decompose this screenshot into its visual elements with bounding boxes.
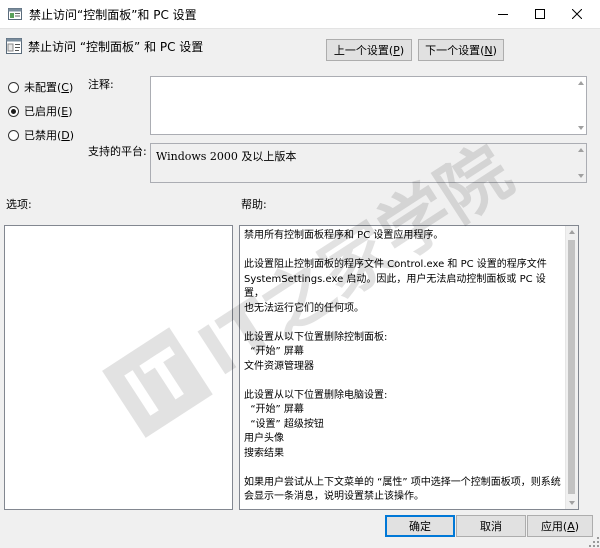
radio-disabled-suffix: ) xyxy=(69,128,75,142)
help-line: 用户头像 xyxy=(244,433,284,444)
previous-setting-suffix: ) xyxy=(399,43,405,57)
help-line: 文件资源管理器 xyxy=(244,360,314,372)
radio-enabled[interactable]: 已启用(E) xyxy=(8,103,73,119)
radio-circle[interactable] xyxy=(8,105,19,117)
policy-window-icon xyxy=(8,8,22,20)
maximize-button[interactable] xyxy=(520,0,560,28)
radio-not-configured-key: C xyxy=(61,80,69,94)
help-line: 也无法运行它们的任何项。 xyxy=(244,302,364,314)
previous-setting-button[interactable]: 上一个设置(P) xyxy=(326,39,412,61)
radio-enabled-label: 已启用( xyxy=(24,105,62,118)
help-line: 如果用户尝试从上下文菜单的 “属性” 项中选择一个控制面板项，则系统 xyxy=(244,476,561,488)
radio-not-configured-suffix: ) xyxy=(68,80,74,94)
setting-title: 禁止访问 “控制面板” 和 PC 设置 xyxy=(28,40,204,54)
radio-enabled-key: E xyxy=(61,104,69,118)
scroll-up-icon[interactable] xyxy=(578,148,584,152)
setting-icon xyxy=(6,38,22,54)
next-setting-accesskey: N xyxy=(484,43,493,57)
supported-platforms-label: 支持的平台: xyxy=(88,145,147,158)
apply-button[interactable]: 应用(A) xyxy=(527,515,593,537)
help-panel: 禁用所有控制面板程序和 PC 设置应用程序。此设置阻止控制面板的程序文件 Con… xyxy=(239,225,579,510)
scroll-up-icon[interactable] xyxy=(569,230,575,234)
radio-circle[interactable] xyxy=(8,129,19,141)
help-line: 此设置阻止控制面板的程序文件 Control.exe 和 PC 设置的程序文件 xyxy=(244,259,547,270)
help-line: “设置” 超级按钮 xyxy=(244,418,324,430)
supported-platforms-field: Windows 2000 及以上版本 xyxy=(150,143,587,183)
radio-disabled[interactable]: 已禁用(D) xyxy=(8,127,74,143)
apply-label: 应用( xyxy=(540,520,568,533)
supported-scrollbar[interactable] xyxy=(576,144,586,182)
comment-textbox[interactable] xyxy=(150,76,587,135)
previous-setting-label: 上一个设置( xyxy=(333,44,394,57)
radio-circle[interactable] xyxy=(8,81,19,93)
help-line: 禁用所有控制面板程序和 PC 设置应用程序。 xyxy=(244,230,444,241)
apply-suffix: ) xyxy=(574,519,580,533)
scroll-up-icon[interactable] xyxy=(578,81,584,85)
previous-setting-accesskey: P xyxy=(393,43,400,57)
options-panel xyxy=(4,225,233,510)
radio-not-configured-label: 未配置( xyxy=(24,81,62,94)
comment-scrollbar[interactable] xyxy=(576,77,586,134)
ok-button[interactable]: 确定 xyxy=(385,515,455,537)
next-setting-suffix: ) xyxy=(492,43,497,57)
scrollbar-thumb[interactable] xyxy=(568,240,575,494)
help-line: “开始” 屏幕 xyxy=(244,346,304,357)
radio-disabled-key: D xyxy=(61,128,70,142)
close-icon xyxy=(572,9,582,19)
help-line: 此设置从以下位置删除控制面板: xyxy=(244,331,388,343)
cancel-label: 取消 xyxy=(480,520,502,533)
help-line: 会显示一条消息，说明设置禁止该操作。 xyxy=(244,491,424,502)
help-text: 禁用所有控制面板程序和 PC 设置应用程序。此设置阻止控制面板的程序文件 Con… xyxy=(244,229,564,505)
radio-disabled-label: 已禁用( xyxy=(24,129,62,142)
supported-platforms-value: Windows 2000 及以上版本 xyxy=(156,150,297,163)
help-label: 帮助: xyxy=(241,198,267,211)
radio-enabled-suffix: ) xyxy=(68,104,73,118)
help-scrollbar[interactable] xyxy=(565,226,578,509)
help-line: 此设置从以下位置删除电脑设置: xyxy=(244,389,388,401)
options-label: 选项: xyxy=(6,198,32,211)
next-setting-label: 下一个设置( xyxy=(425,44,485,57)
help-line: SystemSettings.exe 启动。因此，用户无法启动控制面板或 PC … xyxy=(244,273,546,300)
apply-accesskey: A xyxy=(567,519,575,533)
maximize-icon xyxy=(535,9,545,19)
window-title: 禁止访问“控制面板”和 PC 设置 xyxy=(29,8,197,22)
minimize-button[interactable] xyxy=(483,0,523,28)
scroll-down-icon[interactable] xyxy=(578,174,584,178)
radio-not-configured[interactable]: 未配置(C) xyxy=(8,79,73,95)
help-line: “开始” 屏幕 xyxy=(244,404,304,415)
minimize-icon xyxy=(498,14,508,15)
resize-grip-icon[interactable] xyxy=(589,537,599,547)
next-setting-button[interactable]: 下一个设置(N) xyxy=(418,39,504,61)
close-button[interactable] xyxy=(557,0,597,28)
comment-label: 注释: xyxy=(88,78,114,91)
ok-label: 确定 xyxy=(409,520,431,533)
scroll-down-icon[interactable] xyxy=(578,126,584,130)
title-bar: 禁止访问“控制面板”和 PC 设置 xyxy=(0,0,600,29)
scroll-down-icon[interactable] xyxy=(569,501,575,505)
cancel-button[interactable]: 取消 xyxy=(456,515,526,537)
help-line: 搜索结果 xyxy=(244,447,284,459)
